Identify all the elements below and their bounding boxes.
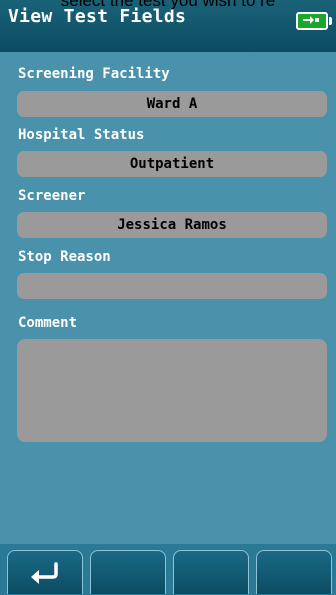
screener-field[interactable]: Jessica Ramos (17, 212, 327, 238)
softkey-bar (0, 544, 336, 595)
stop-reason-label: Stop Reason (18, 249, 111, 265)
comment-field[interactable] (17, 339, 327, 442)
device-screen: View Test Fields Screening Facility Ward… (0, 0, 336, 595)
battery-charging-icon (296, 12, 332, 30)
screener-label: Screener (18, 188, 86, 204)
return-button[interactable] (7, 550, 83, 594)
hospital-status-field[interactable]: Outpatient (17, 151, 327, 177)
screening-facility-field[interactable]: Ward A (17, 91, 327, 117)
comment-label: Comment (18, 315, 78, 331)
softkey-2-button[interactable] (90, 550, 166, 594)
softkey-4-button[interactable] (256, 550, 332, 594)
softkey-3-button[interactable] (173, 550, 249, 594)
instruction-text: select the test you wish to re (60, 0, 276, 10)
return-arrow-icon (31, 562, 58, 584)
hospital-status-label: Hospital Status (18, 127, 145, 143)
screening-facility-label: Screening Facility (18, 66, 170, 82)
stop-reason-field[interactable] (17, 273, 327, 299)
